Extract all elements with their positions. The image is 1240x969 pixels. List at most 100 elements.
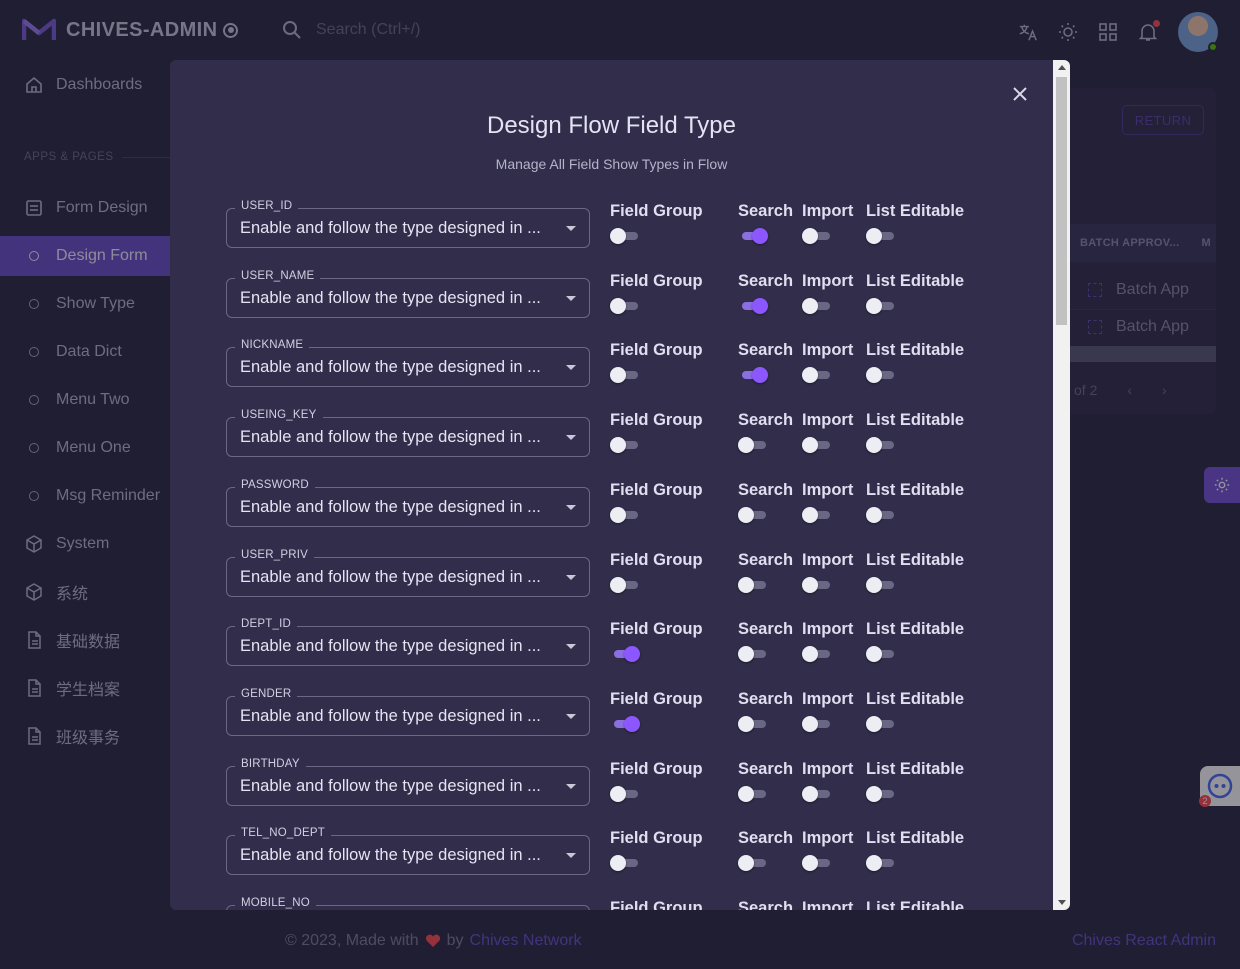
- search-toggle[interactable]: [738, 506, 768, 523]
- list-editable-column: List Editable: [866, 760, 964, 802]
- list-editable-toggle[interactable]: [866, 506, 896, 523]
- import-toggle[interactable]: [802, 855, 832, 872]
- import-toggle[interactable]: [802, 367, 832, 384]
- list-editable-column: List Editable: [866, 899, 964, 910]
- field-group-column: Field Group: [610, 202, 703, 244]
- caret-down-icon: [566, 853, 576, 859]
- import-toggle[interactable]: [802, 646, 832, 663]
- field-row: TEL_NO_DEPT Enable and follow the type de…: [226, 825, 986, 895]
- import-label: Import: [802, 202, 854, 220]
- search-toggle[interactable]: [738, 785, 768, 802]
- search-column: Search: [738, 690, 793, 732]
- search-toggle[interactable]: [738, 576, 768, 593]
- scroll-up-icon[interactable]: [1058, 65, 1066, 70]
- field-group-toggle[interactable]: [610, 437, 640, 454]
- search-toggle[interactable]: [738, 646, 768, 663]
- field-type-value: Enable and follow the type designed in .…: [240, 846, 541, 865]
- field-group-toggle[interactable]: [610, 855, 640, 872]
- field-name-label: BIRTHDAY: [235, 757, 306, 770]
- toggle-knob: [738, 506, 754, 523]
- import-toggle[interactable]: [802, 437, 832, 454]
- field-type-select[interactable]: GENDER Enable and follow the type designe…: [226, 687, 590, 736]
- list-editable-toggle[interactable]: [866, 715, 896, 732]
- import-column: Import: [802, 271, 854, 314]
- toggle-knob: [738, 855, 754, 872]
- import-toggle[interactable]: [802, 297, 832, 314]
- toggle-knob: [752, 367, 768, 384]
- field-group-toggle[interactable]: [610, 506, 640, 523]
- list-editable-toggle[interactable]: [866, 367, 896, 384]
- import-toggle[interactable]: [802, 576, 832, 593]
- search-toggle[interactable]: [738, 715, 768, 732]
- list-editable-toggle[interactable]: [866, 785, 896, 802]
- toggle-knob: [610, 506, 626, 523]
- search-column: Search: [738, 272, 793, 314]
- field-type-select[interactable]: DEPT_ID Enable and follow the type design…: [226, 618, 590, 667]
- import-toggle[interactable]: [802, 785, 832, 802]
- field-group-toggle[interactable]: [610, 367, 640, 384]
- list-editable-toggle[interactable]: [866, 576, 896, 593]
- caret-down-icon: [566, 226, 576, 231]
- toggle-knob: [802, 297, 818, 314]
- scrollbar-thumb[interactable]: [1056, 77, 1067, 325]
- field-type-select[interactable]: USER_NAME Enable and follow the type desi…: [226, 269, 590, 318]
- list-editable-column: List Editable: [866, 481, 964, 523]
- search-toggle[interactable]: [738, 367, 768, 384]
- import-label: Import: [802, 689, 854, 708]
- dialog-subtitle: Manage All Field Show Types in Flow: [495, 156, 728, 172]
- vertical-scrollbar[interactable]: [1053, 60, 1070, 910]
- scroll-down-icon[interactable]: [1058, 900, 1066, 905]
- list-editable-toggle[interactable]: [866, 855, 896, 872]
- caret-down-icon: [566, 435, 576, 441]
- field-group-toggle[interactable]: [610, 297, 640, 314]
- import-toggle[interactable]: [802, 715, 832, 732]
- toggle-knob: [866, 576, 882, 593]
- close-button[interactable]: [1008, 82, 1032, 106]
- field-type-select[interactable]: NICKNAME Enable and follow the type desig…: [226, 339, 590, 388]
- field-type-select[interactable]: BIRTHDAY Enable and follow the type desig…: [226, 757, 590, 806]
- dialog-title: Design Flow Field Type: [487, 112, 736, 139]
- field-group-column: Field Group: [610, 899, 703, 910]
- toggle-knob: [738, 646, 754, 663]
- field-type-select[interactable]: USER_PRIV Enable and follow the type desi…: [226, 548, 590, 597]
- field-group-label: Field Group: [610, 829, 703, 848]
- import-column: Import: [802, 551, 853, 593]
- field-row: USER_PRIV Enable and follow the type desi…: [226, 547, 986, 617]
- field-name-label: USER_ID: [235, 200, 299, 212]
- field-type-select[interactable]: USEING_KEY Enable and follow the type des…: [226, 409, 590, 458]
- import-toggle[interactable]: [802, 506, 832, 523]
- field-type-select[interactable]: USER_ID Enable and follow the type design…: [226, 200, 590, 248]
- field-group-toggle[interactable]: [610, 576, 640, 593]
- search-toggle[interactable]: [738, 855, 768, 872]
- list-editable-column: List Editable: [866, 690, 964, 732]
- search-toggle[interactable]: [738, 437, 768, 454]
- field-group-toggle[interactable]: [610, 785, 640, 802]
- search-toggle[interactable]: [738, 228, 768, 244]
- import-label: Import: [802, 271, 854, 290]
- toggle-knob: [802, 715, 818, 732]
- toggle-knob: [610, 437, 626, 454]
- field-group-toggle[interactable]: [610, 715, 640, 732]
- caret-down-icon: [566, 504, 576, 510]
- field-group-toggle[interactable]: [610, 646, 640, 663]
- list-editable-toggle[interactable]: [866, 297, 896, 314]
- import-toggle[interactable]: [802, 228, 832, 244]
- field-name-label: USER_NAME: [235, 269, 321, 282]
- field-name-label: MOBILE_NO: [235, 897, 316, 909]
- field-type-value: Enable and follow the type designed in .…: [240, 776, 541, 795]
- list-editable-toggle[interactable]: [866, 228, 896, 244]
- field-type-select[interactable]: TEL_NO_DEPT Enable and follow the type de…: [226, 827, 590, 876]
- list-editable-toggle[interactable]: [866, 646, 896, 663]
- toggle-knob: [610, 576, 626, 593]
- field-type-select[interactable]: MOBILE_NOEnable and follow the type desi…: [226, 897, 590, 910]
- list-editable-toggle[interactable]: [866, 437, 896, 454]
- field-type-select[interactable]: PASSWORD Enable and follow the type desig…: [226, 478, 590, 527]
- toggle-knob: [610, 228, 626, 244]
- search-column: Search: [738, 829, 793, 872]
- field-group-column: Field Group: [610, 411, 703, 454]
- field-group-toggle[interactable]: [610, 228, 640, 244]
- field-group-column: Field Group: [610, 341, 703, 384]
- field-type-value: Enable and follow the type designed in .…: [240, 358, 541, 377]
- toggle-knob: [802, 506, 818, 523]
- search-toggle[interactable]: [738, 297, 768, 314]
